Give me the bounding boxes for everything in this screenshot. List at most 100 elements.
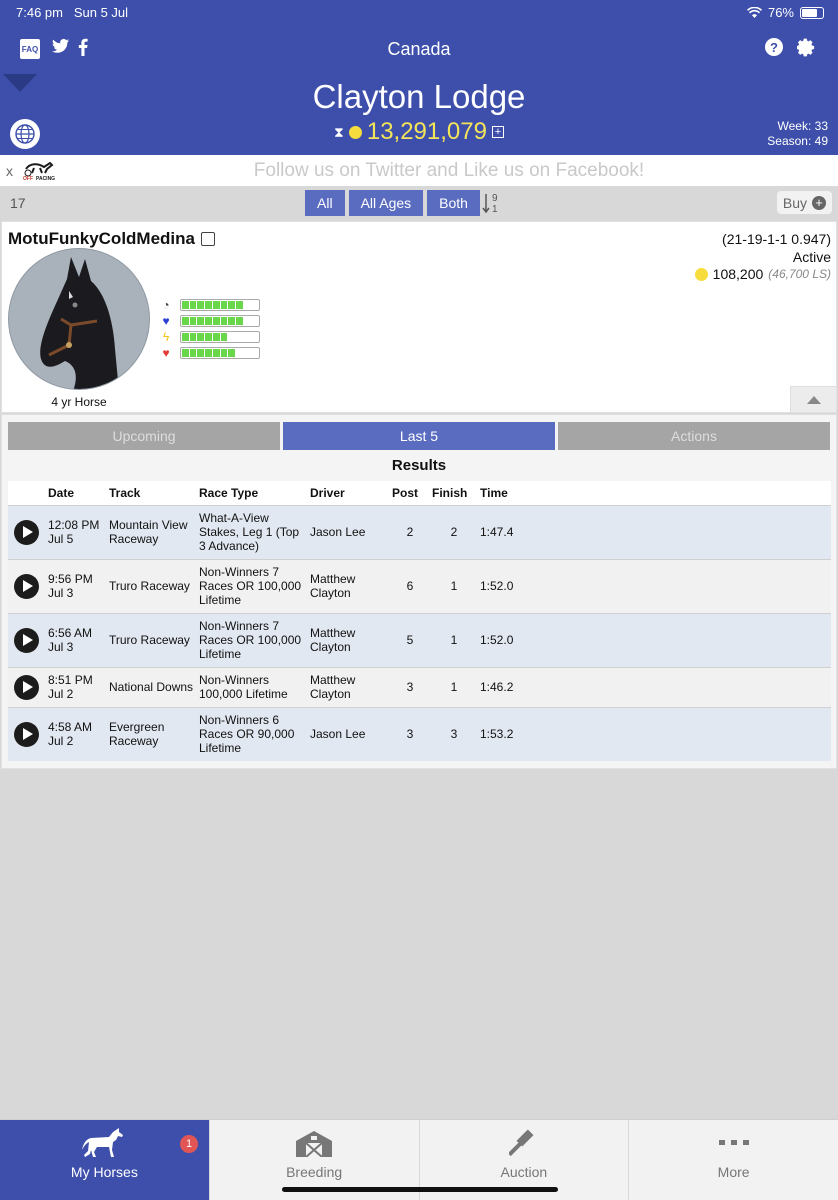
banner-text[interactable]: Follow us on Twitter and Like us on Face…	[60, 160, 838, 182]
play-icon[interactable]	[14, 573, 39, 599]
help-icon[interactable]: ?	[765, 38, 783, 56]
stat-row: ◔	[158, 297, 260, 313]
horse-earnings: 108,200 (46,700 LS)	[694, 266, 831, 282]
stat-row: ♥	[158, 345, 260, 361]
race-time-of-day: 9:56 PM	[48, 572, 93, 586]
play-cell	[8, 505, 46, 559]
earnings-ls: (46,700 LS)	[768, 267, 831, 281]
money-display: ⧗ 13,291,079 +	[0, 118, 838, 146]
region-title: Canada	[387, 39, 451, 59]
status-right: 76%	[746, 5, 824, 20]
play-icon[interactable]	[14, 721, 39, 747]
table-row[interactable]: 6:56 AM Jul 3 Truro Raceway Non-Winners 7 R…	[8, 613, 831, 667]
table-row[interactable]: 9:56 PM Jul 3 Truro Raceway Non-Winners 7 R…	[8, 559, 831, 613]
season-label: Season: 49	[767, 134, 828, 148]
social-banner[interactable]: x OFF PACING Follow us on Twitter and Li…	[0, 155, 838, 186]
track-cell: Mountain View Raceway	[107, 505, 197, 559]
stat-bar	[180, 331, 260, 343]
horse-avatar[interactable]	[8, 248, 150, 390]
race-type-cell: Non-Winners 7 Races OR 100,000 Lifetime	[197, 613, 308, 667]
race-time-cell: 1:52.0	[478, 559, 831, 613]
race-time-cell: 1:52.0	[478, 613, 831, 667]
horse-name[interactable]: MotuFunkyColdMedina	[8, 229, 215, 249]
col-date: Date	[46, 481, 107, 505]
more-dots-icon	[718, 1128, 749, 1158]
post-cell: 3	[390, 667, 430, 707]
notes-icon[interactable]	[200, 232, 215, 246]
track-cell: National Downs	[107, 667, 197, 707]
race-date: Jul 2	[48, 734, 74, 749]
driver-cell: Matthew Clayton	[308, 559, 390, 613]
driver-cell: Jason Lee	[308, 505, 390, 559]
post-cell: 5	[390, 613, 430, 667]
filter-all-ages-button[interactable]: All Ages	[348, 190, 424, 216]
post-cell: 2	[390, 505, 430, 559]
wifi-icon	[746, 6, 762, 18]
gavel-icon	[508, 1128, 539, 1158]
add-money-icon[interactable]: +	[491, 126, 504, 138]
play-cell	[8, 613, 46, 667]
play-icon[interactable]	[14, 519, 39, 545]
close-banner-button[interactable]: x	[6, 163, 13, 179]
globe-icon[interactable]	[10, 119, 40, 149]
table-row[interactable]: 12:08 PM Jul 5 Mountain View Raceway What-A…	[8, 505, 831, 559]
col-race-type: Race Type	[197, 481, 308, 505]
date-cell: 9:56 PM Jul 3	[46, 559, 107, 613]
sort-icon[interactable]: 9 1	[482, 191, 502, 218]
off-and-pacing-logo: OFF PACING	[20, 157, 60, 183]
race-time-cell: 1:53.2	[478, 707, 831, 761]
race-date: Jul 5	[48, 532, 74, 546]
hourglass-icon: ⧗	[334, 123, 344, 140]
filter-both-button[interactable]: Both	[427, 190, 480, 216]
stat-bar	[180, 299, 260, 311]
race-date: Jul 3	[48, 586, 74, 600]
tab-last-5[interactable]: Last 5	[283, 422, 555, 450]
horse-detail-panel: Upcoming Last 5 Actions Results Date Tra…	[1, 414, 837, 769]
tab-actions[interactable]: Actions	[558, 422, 830, 450]
date-cell: 4:58 AM Jul 2	[46, 707, 107, 761]
col-driver: Driver	[308, 481, 390, 505]
home-indicator	[282, 1187, 558, 1192]
lodge-name: Clayton Lodge	[312, 78, 526, 115]
sort-bottom-digit: 1	[492, 204, 498, 215]
col-finish: Finish	[430, 481, 478, 505]
table-row[interactable]: 4:58 AM Jul 2 Evergreen Raceway Non-Winners…	[8, 707, 831, 761]
buy-label: Buy	[782, 194, 807, 211]
status-bar: 7:46 pm Sun 5 Jul 76%	[0, 4, 838, 22]
logo-line2: PACING	[36, 176, 55, 182]
race-time-of-day: 4:58 AM	[48, 720, 93, 735]
tab-my-horses-label: My Horses	[70, 1164, 138, 1180]
sort-top-digit: 9	[492, 193, 498, 204]
table-row[interactable]: 8:51 PM Jul 2 National Downs Non-Winners 10…	[8, 667, 831, 707]
horse-age: 4 yr Horse	[51, 395, 107, 409]
buy-button[interactable]: Buy +	[776, 191, 832, 214]
horse-record-block: (21-19-1-1 0.947) Active	[722, 230, 831, 266]
post-cell: 6	[390, 559, 430, 613]
race-time-of-day: 6:56 AM	[48, 626, 93, 640]
coin-icon	[348, 125, 362, 139]
track-cell: Truro Raceway	[107, 613, 197, 667]
play-cell	[8, 559, 46, 613]
date-cell: 8:51 PM Jul 2	[46, 667, 107, 707]
barn-icon	[294, 1128, 334, 1158]
collapse-button[interactable]	[790, 386, 836, 412]
gear-icon[interactable]	[797, 38, 816, 57]
track-cell: Evergreen Raceway	[107, 707, 197, 761]
tab-upcoming[interactable]: Upcoming	[8, 422, 280, 450]
tab-my-horses[interactable]: My Horses 1	[0, 1120, 209, 1200]
col-time: Time	[478, 481, 831, 505]
notification-badge: 1	[180, 1135, 198, 1153]
col-play	[8, 481, 46, 505]
play-icon[interactable]	[14, 627, 39, 653]
race-type-cell: Non-Winners 100,000 Lifetime	[197, 667, 308, 707]
heart-icon: ♥	[162, 346, 170, 360]
plus-circle-icon: +	[812, 195, 826, 210]
app-header: 7:46 pm Sun 5 Jul 76% FAQ Canada ? Clayt…	[0, 0, 838, 155]
tab-more[interactable]: More	[628, 1120, 838, 1200]
play-icon[interactable]	[14, 674, 39, 700]
nav-bar: FAQ Canada ?	[0, 30, 838, 70]
filter-all-button[interactable]: All	[305, 190, 345, 216]
horse-icon	[82, 1128, 126, 1158]
col-track: Track	[107, 481, 197, 505]
finish-cell: 1	[430, 613, 478, 667]
